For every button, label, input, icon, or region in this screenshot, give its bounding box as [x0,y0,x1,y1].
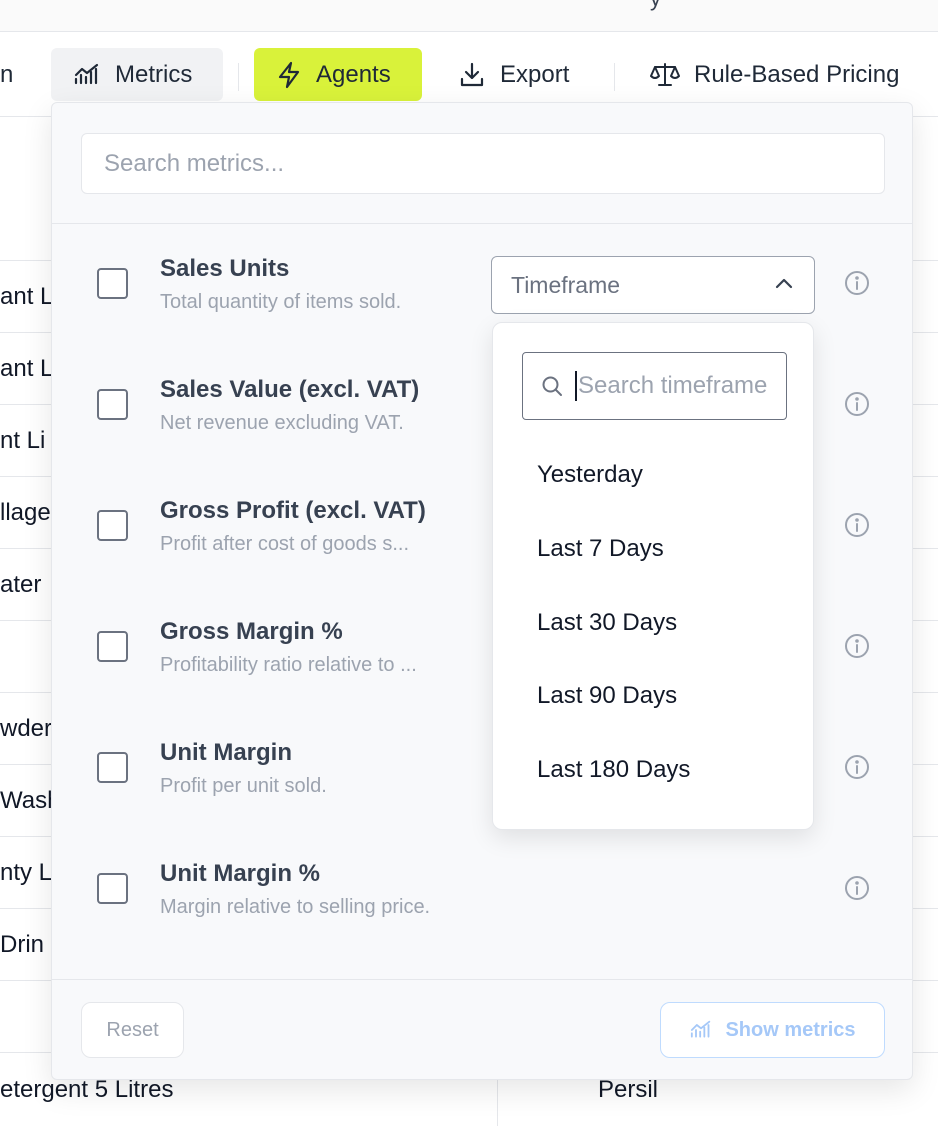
info-icon[interactable] [844,754,870,780]
timeframe-select[interactable]: Timeframe [491,256,815,314]
header-fragment: y [650,0,661,12]
timeframe-search-input[interactable] [578,372,768,400]
row-text: llage [0,499,51,526]
row-text: nt Li [0,427,46,454]
row-text: ater [0,571,42,598]
timeframe-option[interactable]: Last 180 Days [537,756,690,784]
metric-title: Gross Profit (excl. VAT) [160,497,426,524]
rule-based-pricing-button[interactable]: Rule-Based Pricing [650,48,899,101]
info-icon[interactable] [844,512,870,538]
chart-icon [691,1020,711,1038]
chart-icon [74,63,99,84]
export-button-label: Export [500,60,570,88]
show-metrics-label: Show metrics [725,1018,856,1041]
export-button[interactable]: Export [458,48,569,101]
divider [52,223,912,224]
row-text: nty L [0,859,53,886]
checkbox[interactable] [97,631,128,662]
timeframe-option[interactable]: Yesterday [537,461,643,489]
timeframe-option[interactable]: Last 7 Days [537,535,664,563]
search-icon [542,376,562,396]
search-metrics-input[interactable] [81,133,885,194]
info-icon[interactable] [844,633,870,659]
lightning-icon [278,61,300,88]
metrics-button-label: Metrics [115,60,193,88]
text-cursor [575,371,577,401]
timeframe-menu: Yesterday Last 7 Days Last 30 Days Last … [492,322,814,830]
metric-title: Sales Value (excl. VAT) [160,376,420,403]
metrics-dropdown-panel: Sales Units Total quantity of items sold… [51,102,913,1080]
metric-title: Unit Margin % [160,860,320,887]
scale-icon [650,62,680,86]
rule-based-pricing-label: Rule-Based Pricing [694,60,900,88]
checkbox[interactable] [97,389,128,420]
agents-button[interactable]: Agents [254,48,422,101]
divider [52,979,912,980]
top-strip: y [0,0,938,32]
row-text: wder [0,715,53,742]
metric-title: Sales Units [160,255,290,282]
chevron-up-icon [775,278,793,289]
metric-description: Margin relative to selling price. [160,896,431,918]
toolbar-separator [614,63,615,91]
row-text: ant L [0,355,54,382]
checkbox[interactable] [97,510,128,541]
metric-title: Gross Margin % [160,618,343,645]
row-text: Drin [0,931,45,958]
toolbar-separator [238,63,239,91]
info-icon[interactable] [844,875,870,901]
metric-description: Net revenue excluding VAT. [160,412,404,434]
agents-button-label: Agents [316,60,391,88]
download-icon [460,62,484,86]
timeframe-option[interactable]: Last 90 Days [537,682,677,710]
metric-description: Profit after cost of goods s... [160,533,410,555]
metric-description: Profit per unit sold. [160,775,327,797]
product-name-cell: etergent 5 Litres [0,1076,174,1103]
toolbar-partial-label: n [0,60,14,88]
checkbox[interactable] [97,752,128,783]
metric-description: Profitability ratio relative to ... [160,654,417,676]
info-icon[interactable] [844,270,870,296]
timeframe-option[interactable]: Last 30 Days [537,609,677,637]
info-icon[interactable] [844,391,870,417]
brand-cell: Persil [598,1076,659,1103]
timeframe-search-field[interactable] [522,352,787,420]
metric-description: Total quantity of items sold. [160,291,402,313]
reset-button[interactable]: Reset [81,1002,184,1058]
row-text: ant L [0,283,54,310]
show-metrics-button[interactable]: Show metrics [660,1002,885,1058]
checkbox[interactable] [97,873,128,904]
timeframe-placeholder: Timeframe [511,271,621,298]
toolbar-partial-item[interactable]: n [0,48,13,101]
metric-title: Unit Margin [160,739,292,766]
checkbox[interactable] [97,268,128,299]
metrics-button[interactable]: Metrics [51,48,223,101]
metric-row-unit-margin-percent[interactable]: Unit Margin % Margin relative to selling… [52,860,912,960]
